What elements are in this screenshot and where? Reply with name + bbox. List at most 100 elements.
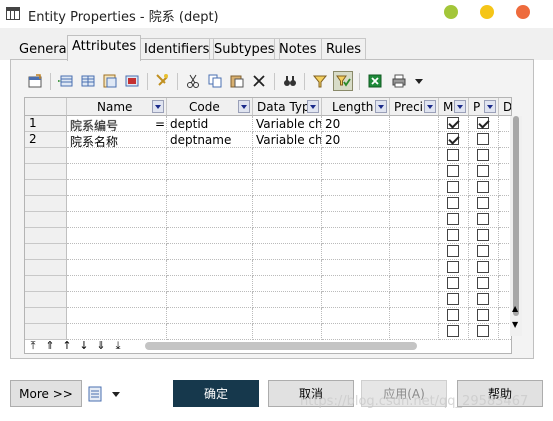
table-cell-mandatory[interactable]	[439, 292, 469, 308]
table-cell-precision[interactable]	[390, 180, 439, 196]
mandatory-checkbox[interactable]	[447, 229, 459, 241]
primary-checkbox[interactable]	[477, 213, 489, 225]
table-cell-name[interactable]	[67, 292, 167, 308]
tab-subtypes[interactable]: Subtypes	[209, 38, 280, 60]
move-bottom-icon[interactable]: ⤓	[111, 339, 125, 353]
table-cell-primary[interactable]	[469, 164, 499, 180]
chevron-down-icon[interactable]	[307, 100, 319, 113]
table-cell-length[interactable]	[322, 164, 390, 180]
table-cell-data-type[interactable]	[253, 212, 322, 228]
table-cell-name[interactable]: 院系编号 =	[67, 116, 167, 132]
chevron-down-icon[interactable]	[238, 100, 250, 113]
table-cell-code[interactable]	[167, 148, 253, 164]
table-cell-name[interactable]	[67, 148, 167, 164]
tab-rules[interactable]: Rules	[321, 38, 367, 60]
table-cell-mandatory[interactable]	[439, 164, 469, 180]
chevron-down-icon[interactable]	[454, 100, 466, 113]
table-cell-length[interactable]	[322, 196, 390, 212]
move-up-icon[interactable]: ↑	[60, 339, 74, 353]
table-cell-mandatory[interactable]	[439, 132, 469, 148]
table-cell-precision[interactable]	[390, 148, 439, 164]
table-cell-precision[interactable]	[390, 196, 439, 212]
insert-row-icon[interactable]	[56, 71, 76, 91]
primary-checkbox[interactable]	[477, 325, 489, 337]
table-cell-primary[interactable]	[469, 116, 499, 132]
tab-notes[interactable]: Notes	[274, 38, 322, 60]
table-cell-name[interactable]	[67, 324, 167, 340]
dropdown-icon[interactable]	[409, 71, 429, 91]
maximize-dot-icon[interactable]	[480, 5, 494, 19]
move-top-icon[interactable]: ⤒	[26, 339, 40, 353]
table-cell-precision[interactable]	[390, 276, 439, 292]
table-cell-data-type[interactable]	[253, 196, 322, 212]
mandatory-checkbox[interactable]	[447, 277, 459, 289]
ok-button[interactable]: 确定	[173, 380, 259, 407]
table-cell-mandatory[interactable]	[439, 308, 469, 324]
table-cell-name[interactable]	[67, 260, 167, 276]
mandatory-checkbox[interactable]	[447, 117, 459, 129]
table-cell-mandatory[interactable]	[439, 228, 469, 244]
primary-checkbox[interactable]	[477, 245, 489, 257]
table-cell-precision[interactable]	[390, 324, 439, 340]
primary-checkbox[interactable]	[477, 133, 489, 145]
table-cell-code[interactable]	[167, 212, 253, 228]
table-cell-length[interactable]: 20	[322, 132, 390, 148]
table-cell-precision[interactable]	[390, 212, 439, 228]
settings-dropdown-button[interactable]	[88, 385, 124, 403]
table-cell-length[interactable]	[322, 148, 390, 164]
table-cell-data-type[interactable]	[253, 180, 322, 196]
horizontal-scrollbar[interactable]	[145, 342, 417, 350]
table-cell-precision[interactable]	[390, 164, 439, 180]
cut-icon[interactable]	[183, 71, 203, 91]
table-cell-mandatory[interactable]	[439, 260, 469, 276]
mandatory-checkbox[interactable]	[447, 293, 459, 305]
table-cell-primary[interactable]	[469, 212, 499, 228]
column-header-mandatory[interactable]: M	[439, 98, 469, 116]
primary-checkbox[interactable]	[477, 197, 489, 209]
mandatory-checkbox[interactable]	[447, 149, 459, 161]
table-cell-name[interactable]	[67, 212, 167, 228]
mandatory-checkbox[interactable]	[447, 325, 459, 337]
table-cell-length[interactable]	[322, 308, 390, 324]
table-cell-primary[interactable]	[469, 196, 499, 212]
table-cell-length[interactable]	[322, 260, 390, 276]
reuse-attributes-icon[interactable]	[122, 71, 142, 91]
chevron-down-icon[interactable]	[152, 100, 164, 113]
table-cell-code[interactable]	[167, 292, 253, 308]
chevron-down-icon[interactable]	[484, 100, 496, 113]
find-icon[interactable]	[152, 71, 172, 91]
primary-checkbox[interactable]	[477, 309, 489, 321]
table-cell-name[interactable]	[67, 228, 167, 244]
table-cell-data-type[interactable]	[253, 308, 322, 324]
filter-icon[interactable]	[310, 71, 330, 91]
primary-checkbox[interactable]	[477, 229, 489, 241]
table-cell-precision[interactable]	[390, 228, 439, 244]
more-button[interactable]: More >>	[10, 380, 82, 407]
table-cell-primary[interactable]	[469, 308, 499, 324]
primary-checkbox[interactable]	[477, 181, 489, 193]
mandatory-checkbox[interactable]	[447, 165, 459, 177]
export-excel-icon[interactable]	[365, 71, 385, 91]
mandatory-checkbox[interactable]	[447, 213, 459, 225]
mandatory-checkbox[interactable]	[447, 261, 459, 273]
primary-checkbox[interactable]	[477, 293, 489, 305]
table-cell-precision[interactable]	[390, 116, 439, 132]
table-cell-data-type[interactable]: Variable char	[253, 132, 322, 148]
table-cell-code[interactable]	[167, 308, 253, 324]
delete-icon[interactable]	[249, 71, 269, 91]
paste-icon[interactable]	[227, 71, 247, 91]
table-cell-name[interactable]	[67, 164, 167, 180]
table-cell-name[interactable]	[67, 308, 167, 324]
table-cell-data-type[interactable]: Variable char	[253, 116, 322, 132]
add-attributes-icon[interactable]	[100, 71, 120, 91]
scroll-down-icon[interactable]: ▼	[512, 320, 518, 329]
table-cell-name[interactable]	[67, 276, 167, 292]
copy-icon[interactable]	[205, 71, 225, 91]
primary-checkbox[interactable]	[477, 117, 489, 129]
tab-identifiers[interactable]: Identifiers	[139, 38, 215, 60]
table-cell-data-type[interactable]	[253, 164, 322, 180]
primary-checkbox[interactable]	[477, 149, 489, 161]
table-cell-code[interactable]	[167, 324, 253, 340]
table-cell-code[interactable]	[167, 180, 253, 196]
table-cell-mandatory[interactable]	[439, 276, 469, 292]
